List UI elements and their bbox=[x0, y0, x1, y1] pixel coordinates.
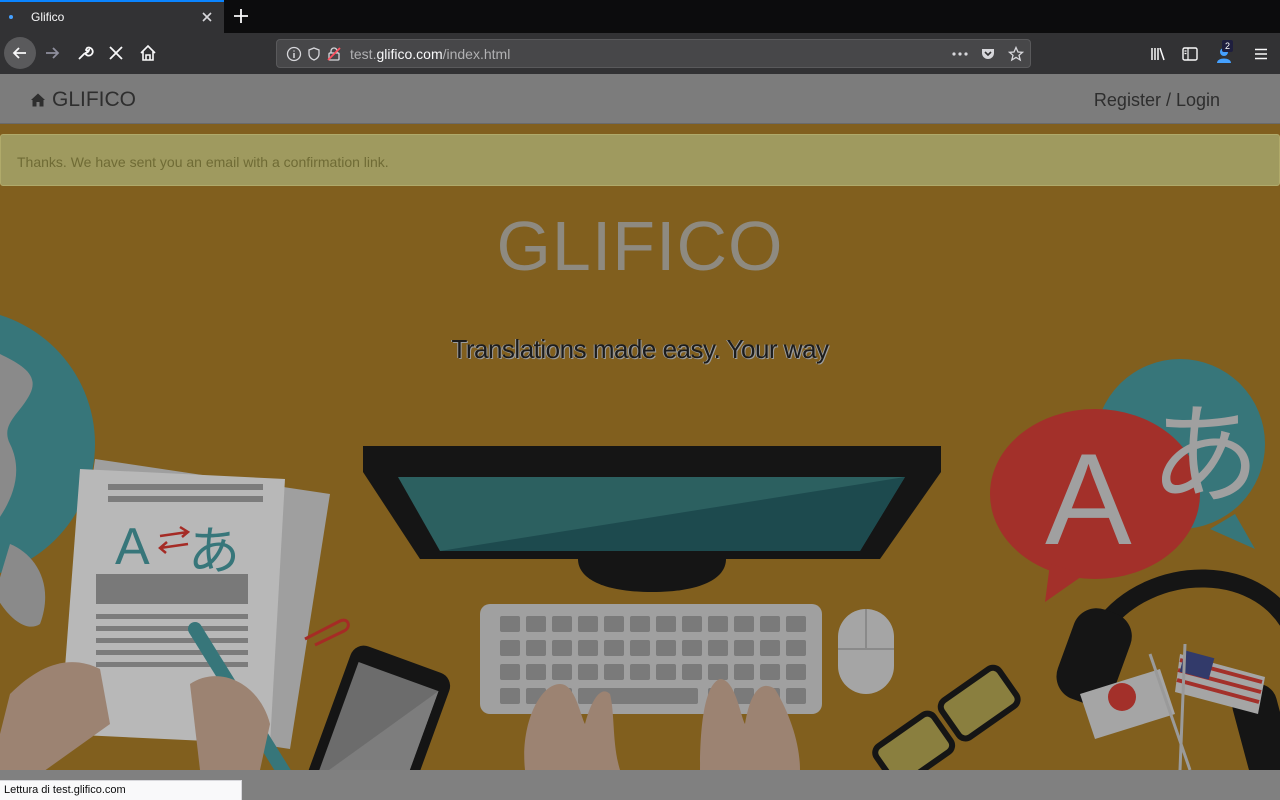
hero-subtitle: Translations made easy. Your way bbox=[451, 334, 829, 364]
tab-glifico[interactable]: Glifico bbox=[0, 0, 224, 33]
bookmark-star-icon[interactable] bbox=[1008, 46, 1024, 62]
stop-button[interactable] bbox=[100, 37, 132, 69]
phone-graphic bbox=[302, 645, 451, 770]
forward-button[interactable] bbox=[36, 37, 68, 69]
shield-icon[interactable] bbox=[306, 46, 322, 62]
brand-link[interactable]: GLIFICO bbox=[30, 88, 136, 112]
url-text: test.glifico.com/index.html bbox=[350, 46, 511, 62]
arrow-right-icon bbox=[46, 47, 60, 59]
home-icon bbox=[140, 44, 156, 61]
account-button[interactable]: 2 bbox=[1212, 40, 1238, 65]
more-actions-icon[interactable] bbox=[951, 47, 969, 61]
bubble-letter-hiragana: あ bbox=[1150, 392, 1260, 520]
hero-section: A あ A あ GLIFICO Translations made easy. … bbox=[0, 124, 1280, 770]
headphones-graphic bbox=[1056, 569, 1280, 770]
info-icon[interactable] bbox=[286, 46, 302, 62]
paper-letter-hiragana: あ bbox=[188, 522, 240, 582]
navigation-toolbar: test.glifico.com/index.html 2 bbox=[0, 33, 1280, 74]
status-bar: Lettura di test.glifico.com bbox=[0, 780, 242, 800]
notification-badge: 2 bbox=[1222, 40, 1234, 52]
hamburger-menu-icon[interactable] bbox=[1252, 45, 1270, 63]
page-content: GLIFICO Register / Login A あ A あ GLIFICO… bbox=[0, 74, 1280, 770]
home-button[interactable] bbox=[132, 37, 164, 69]
status-text: Lettura di test.glifico.com bbox=[4, 784, 126, 796]
brand-name: GLIFICO bbox=[52, 88, 137, 111]
speech-bubbles-graphic: A あ bbox=[990, 359, 1265, 602]
close-tab-icon[interactable] bbox=[198, 8, 216, 26]
confirmation-alert: Thanks. We have sent you an email with a… bbox=[0, 134, 1280, 186]
site-navbar: GLIFICO Register / Login bbox=[0, 74, 1280, 124]
customize-button[interactable] bbox=[68, 37, 100, 69]
tab-title: Glifico bbox=[31, 10, 65, 24]
url-bar[interactable]: test.glifico.com/index.html bbox=[276, 39, 1031, 68]
pocket-icon[interactable] bbox=[980, 46, 996, 62]
wrench-icon bbox=[78, 46, 94, 60]
arrow-left-icon bbox=[12, 47, 26, 59]
stop-icon bbox=[109, 46, 123, 60]
home-icon bbox=[31, 93, 45, 107]
library-icon[interactable] bbox=[1149, 45, 1167, 63]
glasses-graphic bbox=[872, 664, 1021, 770]
monitor-graphic bbox=[363, 446, 941, 592]
loading-indicator-icon bbox=[9, 15, 13, 19]
tab-bar: Glifico bbox=[0, 0, 1280, 33]
alert-message: Thanks. We have sent you an email with a… bbox=[17, 154, 389, 170]
paper-letter-a: A bbox=[115, 518, 150, 576]
hero-title: GLIFICO bbox=[496, 207, 784, 285]
register-login-link[interactable]: Register / Login bbox=[1094, 90, 1220, 111]
back-button[interactable] bbox=[4, 37, 36, 69]
new-tab-icon[interactable] bbox=[230, 5, 252, 27]
bubble-letter-a: A bbox=[1045, 426, 1132, 572]
insecure-lock-icon[interactable] bbox=[326, 46, 342, 62]
sidebar-icon[interactable] bbox=[1181, 45, 1199, 63]
